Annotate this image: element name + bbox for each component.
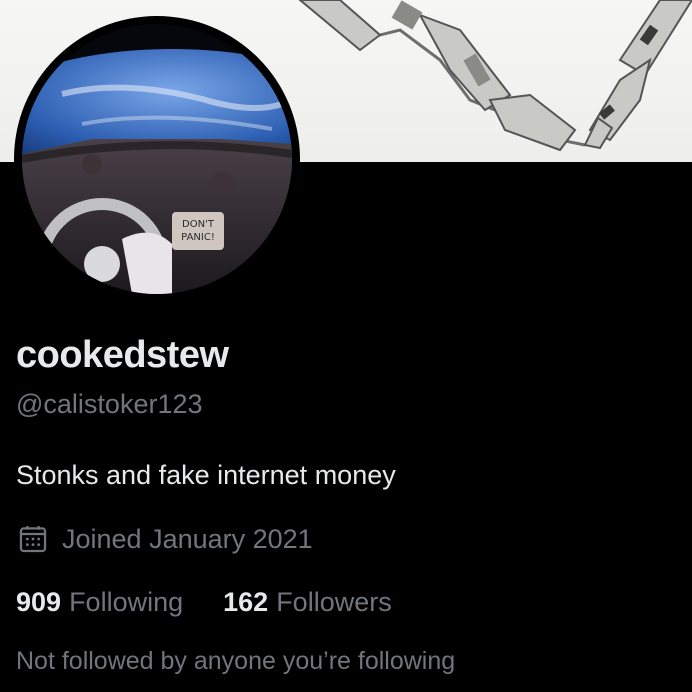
calendar-icon — [16, 522, 50, 556]
joined-text: Joined January 2021 — [62, 523, 313, 554]
followers-link[interactable]: 162 Followers — [223, 587, 392, 618]
followers-label: Followers — [276, 587, 392, 617]
followers-count: 162 — [223, 587, 269, 617]
dont-panic-line1: DON'T — [182, 219, 215, 230]
not-followed-notice: Not followed by anyone you’re following — [16, 647, 456, 675]
following-label: Following — [69, 587, 184, 617]
starman-avatar-image: DON'T PANIC! — [22, 24, 292, 294]
following-count: 909 — [16, 587, 62, 617]
following-link[interactable]: 909 Following — [16, 587, 183, 618]
display-name: cookedstew — [16, 334, 229, 376]
follow-stats: 909 Following 162 Followers — [16, 587, 432, 618]
joined-date: Joined January 2021 — [16, 522, 313, 556]
profile-avatar[interactable]: DON'T PANIC! — [14, 16, 300, 302]
dont-panic-line2: PANIC! — [181, 232, 215, 243]
profile-bio: Stonks and fake internet money — [16, 460, 396, 490]
user-handle: @calistoker123 — [16, 389, 203, 419]
